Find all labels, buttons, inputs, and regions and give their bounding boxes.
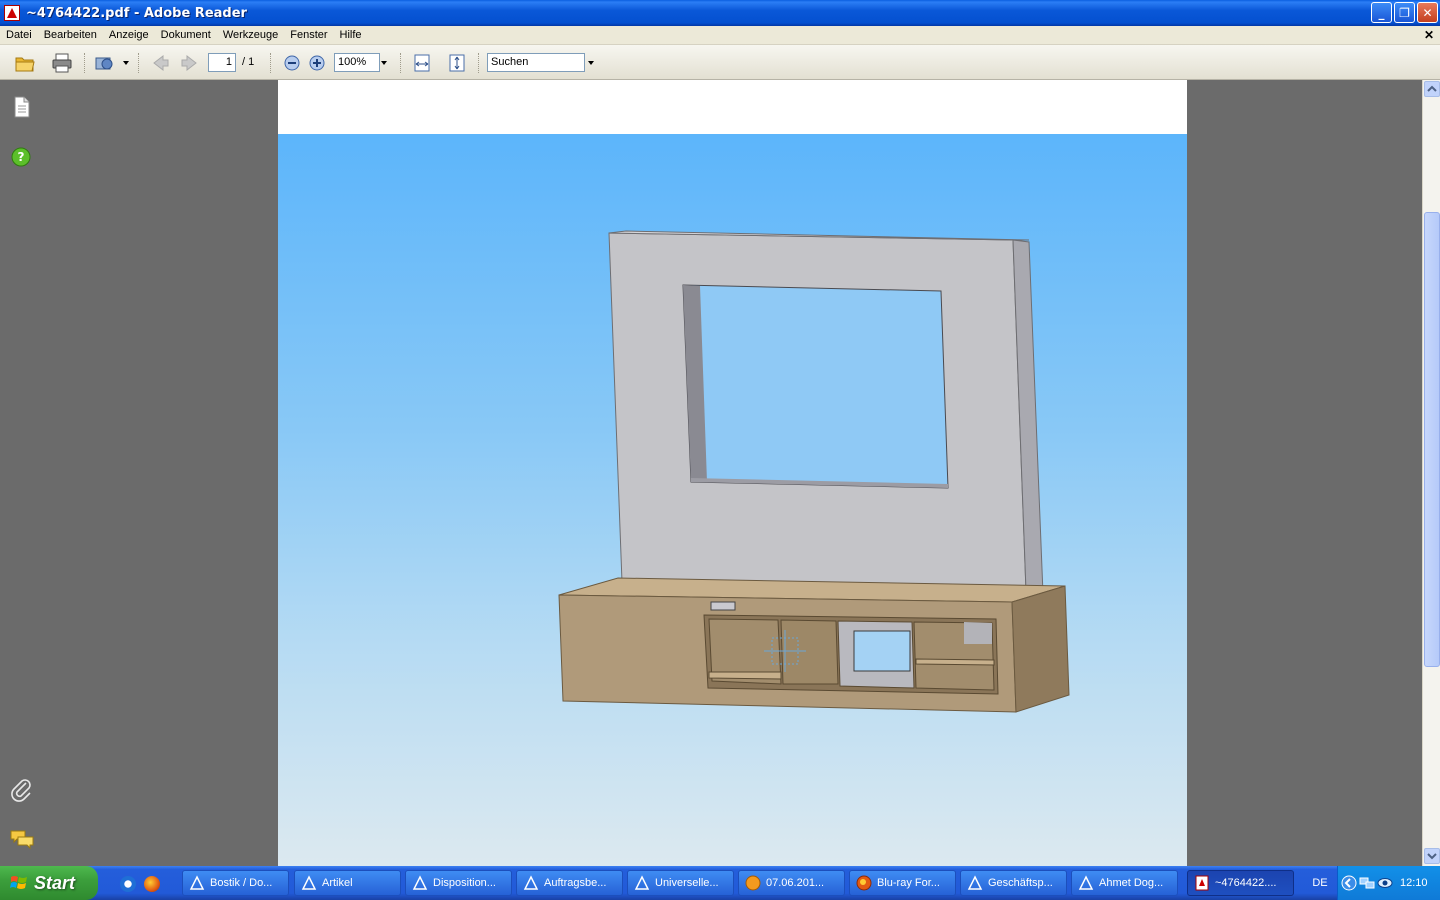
network-icon[interactable] (1359, 875, 1375, 891)
triangle-app-icon (634, 875, 650, 890)
3d-render-image (278, 134, 1187, 866)
internet-explorer-icon[interactable] (120, 876, 136, 892)
scroll-thumb[interactable] (1424, 212, 1440, 667)
firefox-icon[interactable] (144, 876, 160, 892)
stand-side (1011, 585, 1070, 713)
windows-logo-icon (10, 876, 27, 889)
minimize-button[interactable]: _ (1371, 2, 1392, 23)
open-folder-icon[interactable] (14, 52, 36, 74)
compartment-window (853, 630, 911, 672)
firefox-icon (856, 875, 872, 891)
triangle-app-icon (189, 875, 205, 890)
menu-bar: Datei Bearbeiten Anzeige Dokument Werkze… (0, 26, 1440, 45)
zoom-out-icon[interactable] (281, 52, 303, 74)
triangle-app-icon (523, 875, 539, 890)
taskbar-item-disposition[interactable]: Disposition... (405, 870, 512, 896)
print-icon[interactable] (51, 52, 73, 74)
zoom-dropdown-chevron-icon[interactable] (381, 61, 387, 65)
compartment-back-gray (964, 622, 992, 644)
shelf-right (915, 658, 995, 666)
close-button[interactable]: ✕ (1417, 2, 1438, 23)
email-share-icon[interactable] (94, 52, 116, 74)
fit-page-icon[interactable] (446, 52, 468, 74)
menu-anzeige[interactable]: Anzeige (103, 29, 155, 41)
chevron-down-icon[interactable] (123, 61, 129, 65)
start-button[interactable]: Start (0, 866, 98, 900)
taskbar-item-bostik[interactable]: Bostik / Do... (182, 870, 289, 896)
orange-app-icon (745, 875, 761, 891)
taskbar-item-bluray[interactable]: Blu-ray For... (849, 870, 956, 896)
start-label: Start (34, 872, 76, 893)
taskbar-item-ahmet[interactable]: Ahmet Dog... (1071, 870, 1178, 896)
eye-monitor-icon[interactable] (1377, 875, 1393, 891)
taskbar-item-adobe-reader[interactable]: ~4764422.... (1187, 870, 1294, 896)
comments-icon[interactable] (9, 828, 35, 850)
pages-icon[interactable] (12, 96, 32, 118)
system-tray: 12:10 (1337, 866, 1440, 900)
tray-expand-chevron-icon[interactable] (1341, 875, 1357, 891)
clock[interactable]: 12:10 (1400, 877, 1428, 889)
help-icon[interactable]: ? (10, 146, 32, 168)
restore-button[interactable]: ❐ (1394, 2, 1415, 23)
triangle-app-icon (301, 875, 317, 890)
taskbar: Start Bostik / Do... Artikel Disposition… (0, 866, 1440, 900)
navigation-panel: ? (0, 80, 42, 866)
toolbar: 1 / 1 100% Suchen (0, 45, 1440, 80)
language-indicator[interactable]: DE (1306, 870, 1334, 896)
document-viewport[interactable] (42, 80, 1422, 866)
triangle-app-icon (412, 875, 428, 890)
stand-handle (710, 601, 736, 611)
zoom-in-icon[interactable] (306, 52, 328, 74)
svg-text:?: ? (18, 150, 25, 164)
fit-width-icon[interactable] (411, 52, 433, 74)
vertical-scrollbar[interactable] (1422, 80, 1440, 866)
menu-hilfe[interactable]: Hilfe (334, 29, 368, 41)
tv-furniture-illustration (558, 230, 1070, 713)
taskbar-item-date[interactable]: 07.06.201... (738, 870, 845, 896)
window-title: ~4764422.pdf - Adobe Reader (26, 5, 247, 21)
search-dropdown-chevron-icon[interactable] (588, 61, 594, 65)
triangle-app-icon (1078, 875, 1094, 890)
zoom-input[interactable]: 100% (334, 53, 380, 72)
menu-werkzeuge[interactable]: Werkzeuge (217, 29, 284, 41)
pdf-page (278, 80, 1187, 866)
panel-opening (682, 284, 949, 489)
window-titlebar[interactable]: ~4764422.pdf - Adobe Reader _ ❐ ✕ (0, 0, 1440, 26)
attachment-paperclip-icon[interactable] (10, 778, 34, 802)
pdf-icon (1195, 875, 1209, 891)
taskbar-item-artikel[interactable]: Artikel (294, 870, 401, 896)
taskbar-item-universelle[interactable]: Universelle... (627, 870, 734, 896)
document-close-button[interactable]: ✕ (1424, 28, 1434, 42)
previous-page-icon[interactable] (149, 52, 171, 74)
menu-fenster[interactable]: Fenster (284, 29, 333, 41)
search-input[interactable]: Suchen (487, 53, 585, 72)
compartment-middle-left (780, 619, 839, 685)
pdf-icon (4, 5, 20, 21)
taskbar-item-auftragsbe[interactable]: Auftragsbe... (516, 870, 623, 896)
page-total-label: / 1 (242, 56, 255, 68)
menu-bearbeiten[interactable]: Bearbeiten (38, 29, 103, 41)
page-number-input[interactable]: 1 (208, 53, 236, 72)
menu-datei[interactable]: Datei (0, 29, 38, 41)
scroll-up-arrow-icon[interactable] (1424, 81, 1440, 97)
triangle-app-icon (967, 875, 983, 890)
shelf-left (708, 671, 782, 680)
scroll-down-arrow-icon[interactable] (1424, 848, 1440, 864)
taskbar-item-geschaeftsp[interactable]: Geschäftsp... (960, 870, 1067, 896)
next-page-icon[interactable] (179, 52, 201, 74)
menu-dokument[interactable]: Dokument (155, 29, 217, 41)
